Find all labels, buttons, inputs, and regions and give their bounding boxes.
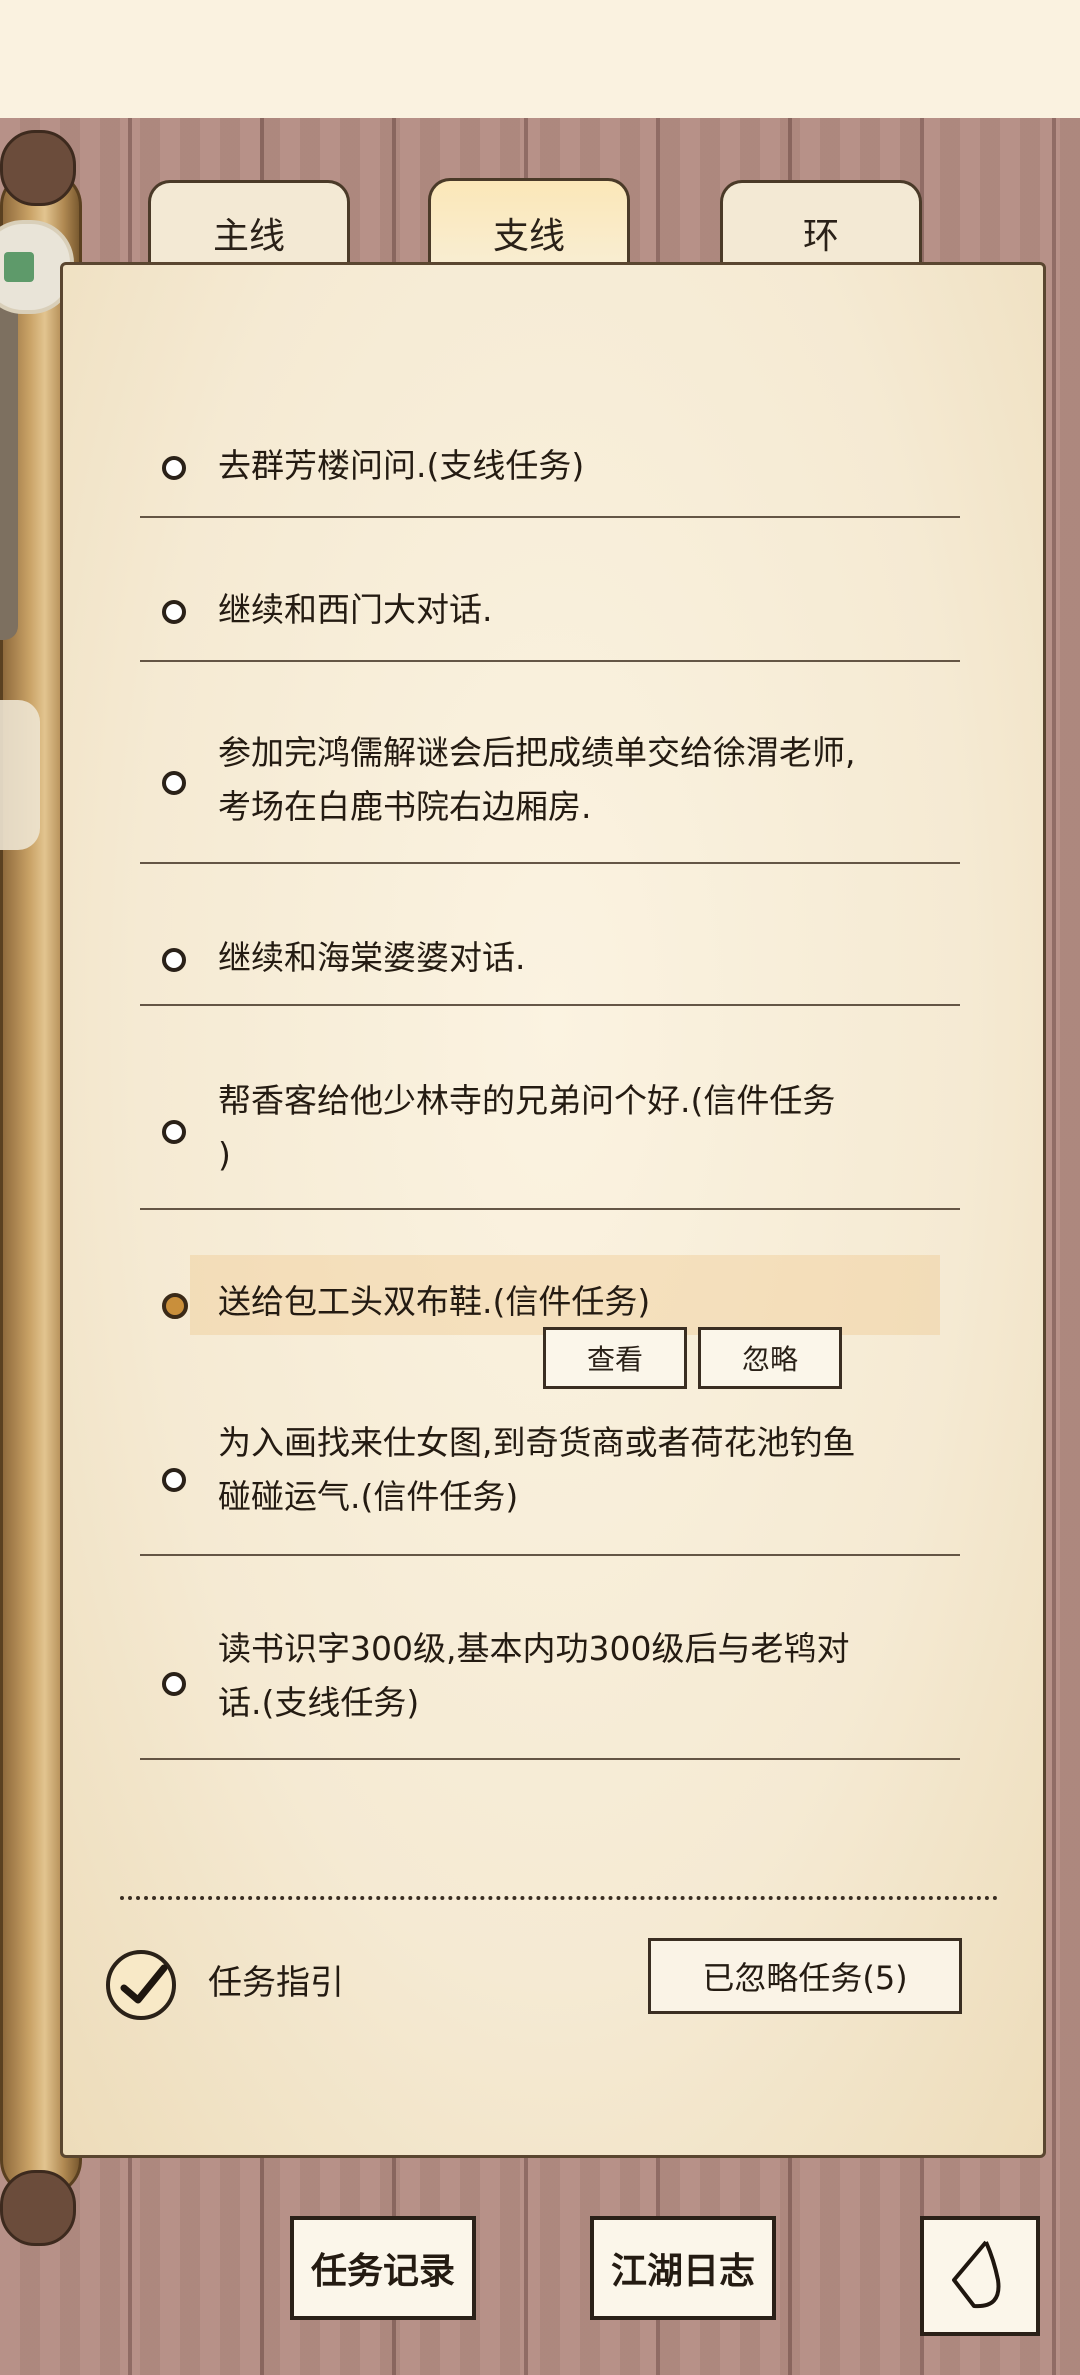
back-button[interactable] [920, 2216, 1040, 2336]
side-panel [0, 270, 18, 640]
quest-text: 考场在白鹿书院右边厢房. [218, 787, 592, 826]
list-item[interactable]: 参加完鸿儒解谜会后把成绩单交给徐渭老师, 考场在白鹿书院右边厢房. [140, 722, 960, 864]
bullet-icon [162, 1468, 186, 1492]
list-item[interactable]: 帮香客给他少林寺的兄弟问个好.(信件任务 ) [140, 1070, 960, 1210]
avatar-icon [4, 252, 34, 282]
divider [140, 1208, 960, 1210]
divider [140, 516, 960, 518]
quest-text: 话.(支线任务) [218, 1683, 420, 1722]
quest-text: 继续和西门大对话. [218, 590, 493, 629]
list-item-selected[interactable]: 送给包工头双布鞋.(信件任务) [140, 1275, 960, 1335]
quest-text: 读书识字300级,基本内功300级后与老鸨对 [218, 1629, 850, 1668]
quest-text: 送给包工头双布鞋.(信件任务) [218, 1282, 651, 1321]
divider [140, 1554, 960, 1556]
quest-text: 帮香客给他少林寺的兄弟问个好.(信件任务 [218, 1081, 836, 1120]
tab-label: 支线 [492, 216, 565, 257]
quest-scroll-paper [60, 262, 1046, 2158]
ignored-quests-button[interactable]: 已忽略任务(5) [648, 1938, 962, 2014]
list-item[interactable]: 去群芳楼问问.(支线任务) [140, 436, 960, 518]
quest-text: 参加完鸿儒解谜会后把成绩单交给徐渭老师, [218, 733, 856, 772]
quest-text: 去群芳楼问问.(支线任务) [218, 446, 585, 485]
quest-text: ) [218, 1135, 231, 1174]
bullet-icon [162, 771, 186, 795]
status-bar [0, 0, 1080, 118]
bullet-icon-active [162, 1293, 188, 1319]
divider [140, 862, 960, 864]
guide-label: 任务指引 [208, 1963, 344, 2003]
guide-checkbox[interactable] [106, 1950, 176, 2020]
journal-button[interactable]: 江湖日志 [590, 2216, 776, 2320]
divider [140, 660, 960, 662]
back-arrow-icon [952, 2240, 1001, 2309]
ignore-button[interactable]: 忽略 [698, 1327, 842, 1389]
side-panel-tab[interactable] [0, 700, 40, 850]
bullet-icon [162, 1120, 186, 1144]
list-item[interactable]: 读书识字300级,基本内功300级后与老鸨对 话.(支线任务) [140, 1622, 960, 1762]
bullet-icon [162, 948, 186, 972]
quest-text: 继续和海棠婆婆对话. [218, 938, 526, 977]
list-item[interactable]: 继续和海棠婆婆对话. [140, 928, 960, 1010]
list-item[interactable]: 继续和西门大对话. [140, 580, 960, 662]
tab-label: 环 [802, 216, 839, 257]
tab-label: 主线 [212, 216, 285, 257]
bullet-icon [162, 600, 186, 624]
divider [140, 1004, 960, 1006]
scroll-knob-bottom [0, 2170, 76, 2246]
quest-text: 碰碰运气.(信件任务) [218, 1477, 519, 1516]
list-item[interactable]: 为入画找来仕女图,到奇货商或者荷花池钓鱼 碰碰运气.(信件任务) [140, 1416, 960, 1556]
divider [140, 1758, 960, 1760]
checkmark-icon [120, 1964, 168, 2004]
bullet-icon [162, 456, 186, 480]
quest-text: 为入画找来仕女图,到奇货商或者荷花池钓鱼 [218, 1423, 856, 1462]
dotted-divider [120, 1896, 998, 1900]
scroll-knob-top [0, 130, 76, 206]
quest-record-button[interactable]: 任务记录 [290, 2216, 476, 2320]
view-button[interactable]: 查看 [543, 1327, 687, 1389]
bullet-icon [162, 1672, 186, 1696]
